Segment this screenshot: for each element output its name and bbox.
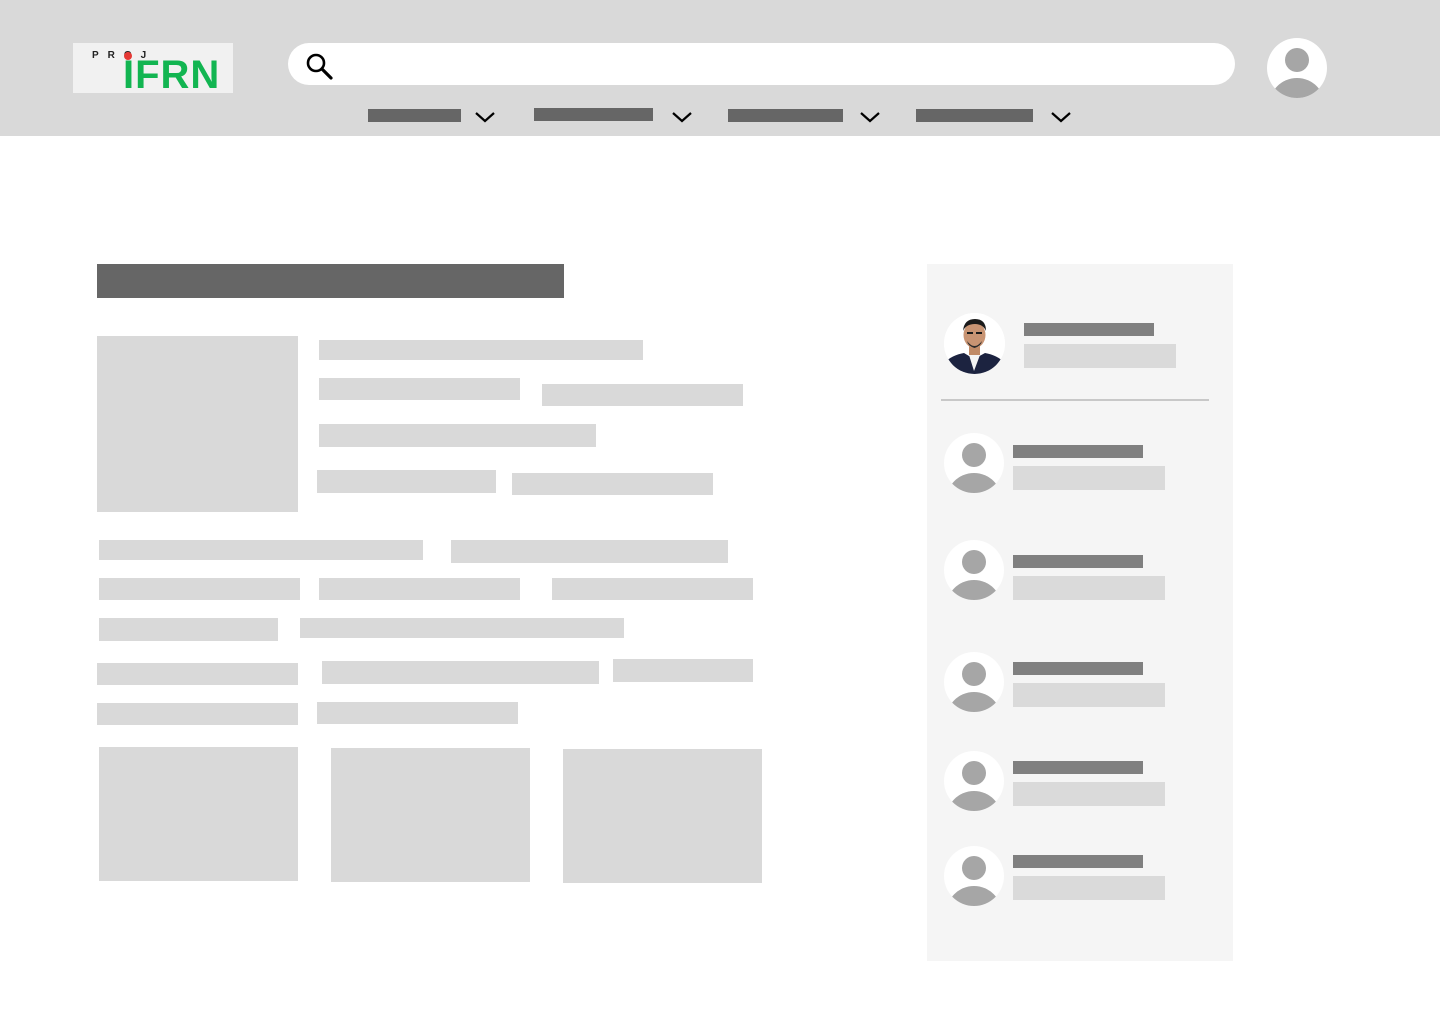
chevron-down-icon [860,112,880,123]
nav-menu-label [916,109,1033,122]
gallery-image-placeholder[interactable] [563,749,762,883]
logo-ifrn-text: IFRN [123,53,221,97]
user-subtitle-placeholder [1013,683,1165,707]
user-avatar-icon [962,443,986,467]
user-avatar-icon [962,856,986,880]
user-name-placeholder[interactable] [1013,662,1143,675]
sidebar-divider [941,399,1209,401]
text-line-placeholder [97,703,298,725]
profile-photo [944,313,1005,374]
page: PROJ IFRN [0,0,1440,1024]
nav-menu-label [368,109,461,122]
search-bar[interactable] [288,43,1235,85]
hero-image-placeholder [97,336,298,512]
user-name-placeholder[interactable] [1013,855,1143,868]
top-header: PROJ IFRN [0,0,1440,136]
chevron-down-icon [1051,112,1071,123]
text-line-placeholder [552,578,753,600]
user-subtitle-placeholder [1013,576,1165,600]
text-line-placeholder [99,618,278,641]
user-avatar-button[interactable] [944,751,1004,811]
nav-menu-3[interactable] [728,106,888,128]
user-avatar-button[interactable] [944,846,1004,906]
text-line-placeholder [322,661,599,684]
user-name-placeholder[interactable] [1013,445,1143,458]
user-avatar-button[interactable] [944,540,1004,600]
user-avatar-icon-body [946,473,1002,493]
text-line-placeholder [300,618,624,638]
search-input[interactable] [344,43,1214,85]
text-line-placeholder [319,378,520,400]
user-avatar-icon-body [946,791,1002,811]
gallery-image-placeholder[interactable] [331,748,530,882]
user-subtitle-placeholder [1013,782,1165,806]
logo-dot [124,52,132,60]
text-line-placeholder [319,340,643,360]
nav-menu-label [534,108,653,121]
text-line-placeholder [317,702,518,724]
user-avatar-icon-body [946,886,1002,906]
text-line-placeholder [317,470,496,493]
user-avatar-button[interactable] [944,433,1004,493]
user-subtitle-placeholder [1013,876,1165,900]
featured-user-photo[interactable] [944,313,1005,374]
nav-menu-1[interactable] [368,106,498,128]
text-line-placeholder [319,578,520,600]
user-avatar-icon-body [946,580,1002,600]
user-avatar-icon [962,550,986,574]
user-avatar-icon [962,662,986,686]
featured-user-name-placeholder [1024,323,1154,336]
user-avatar-icon [962,761,986,785]
user-avatar-icon-body [946,692,1002,712]
text-line-placeholder [451,540,728,563]
text-line-placeholder [97,663,298,685]
gallery-image-placeholder[interactable] [99,747,298,881]
account-avatar-button[interactable] [1267,38,1327,98]
search-icon[interactable] [305,52,333,80]
featured-user-subtitle-placeholder [1024,344,1176,368]
text-line-placeholder [542,384,743,406]
user-name-placeholder[interactable] [1013,761,1143,774]
text-line-placeholder [512,473,713,495]
brand-logo[interactable]: PROJ IFRN [73,43,233,97]
user-avatar-button[interactable] [944,652,1004,712]
text-line-placeholder [99,578,300,600]
text-line-placeholder [613,659,753,682]
text-line-placeholder [99,540,423,560]
nav-menu-2[interactable] [534,106,699,128]
user-name-placeholder[interactable] [1013,555,1143,568]
chevron-down-icon [672,112,692,123]
user-avatar-icon [1285,48,1309,72]
nav-menu-4[interactable] [916,106,1078,128]
nav-menu-label [728,109,843,122]
chevron-down-icon [475,112,495,123]
text-line-placeholder [319,424,596,447]
user-subtitle-placeholder [1013,466,1165,490]
user-avatar-icon-body [1269,78,1325,98]
page-title-placeholder [97,264,564,298]
